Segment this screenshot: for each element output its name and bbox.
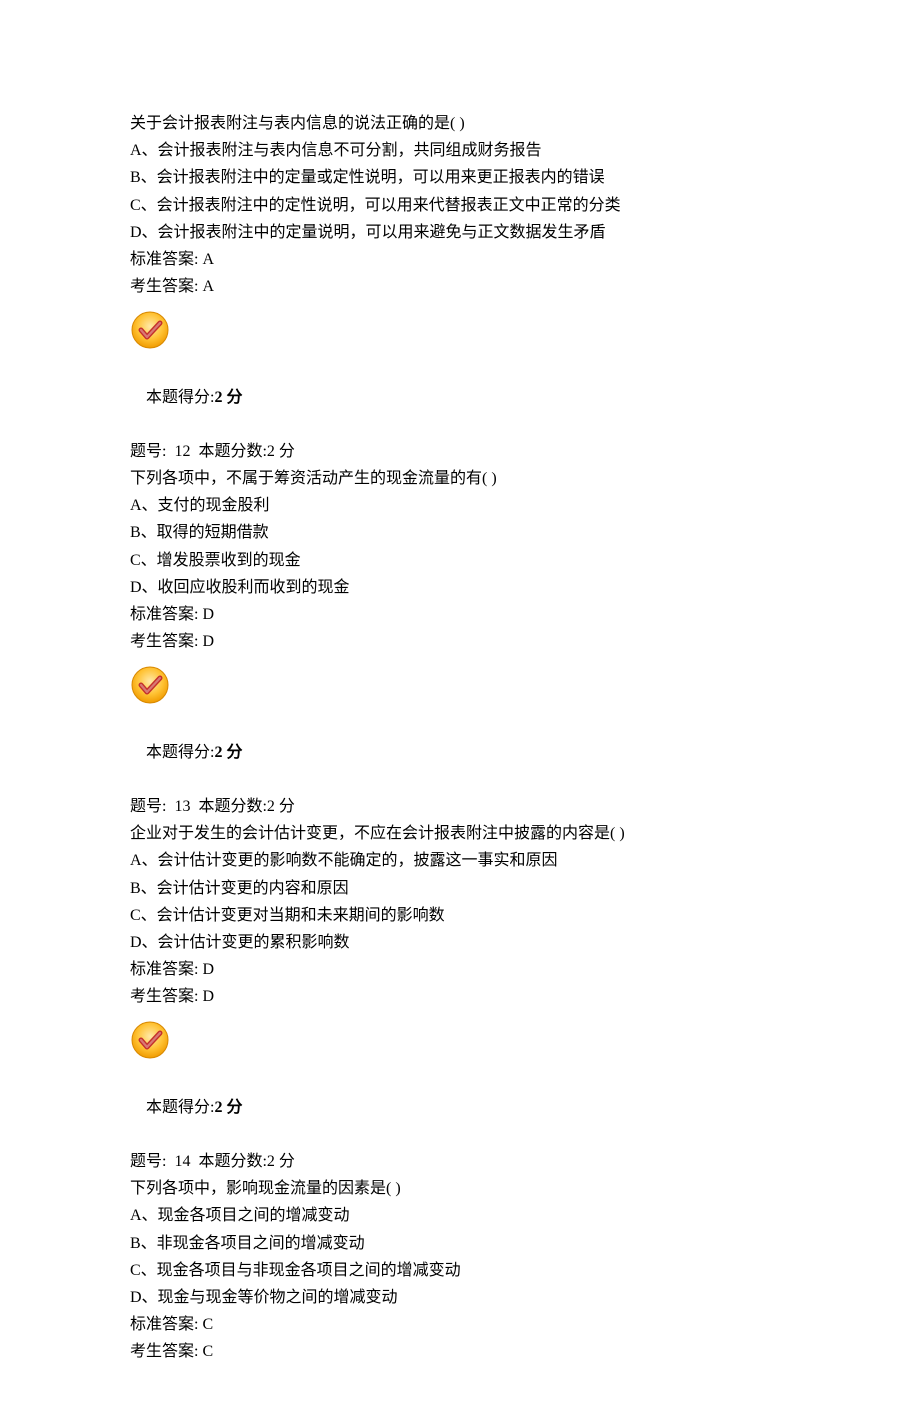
q13-score: 本题得分:2 分 — [130, 1066, 790, 1148]
q12-stem: 下列各项中，不属于筹资活动产生的现金流量的有( ) — [130, 465, 790, 492]
q14-header: 题号: 14 本题分数:2 分 — [130, 1148, 790, 1175]
q11-option-b: B、会计报表附注中的定量或定性说明，可以用来更正报表内的错误 — [130, 164, 790, 191]
q12-option-b: B、取得的短期借款 — [130, 519, 790, 546]
q12-standard-answer: 标准答案: D — [130, 601, 790, 628]
q11-score: 本题得分:2 分 — [130, 356, 790, 438]
q13-option-b: B、会计估计变更的内容和原因 — [130, 875, 790, 902]
q13-option-a: A、会计估计变更的影响数不能确定的，披露这一事实和原因 — [130, 847, 790, 874]
q14-student-answer: 考生答案: C — [130, 1338, 790, 1365]
q12-option-a: A、支付的现金股利 — [130, 492, 790, 519]
q11-score-value: 2 分 — [214, 389, 242, 406]
q13-stem: 企业对于发生的会计估计变更，不应在会计报表附注中披露的内容是( ) — [130, 820, 790, 847]
q11-stem: 关于会计报表附注与表内信息的说法正确的是( ) — [130, 110, 790, 137]
correct-check-icon — [130, 1020, 170, 1060]
q12-student-answer: 考生答案: D — [130, 628, 790, 655]
q12-header: 题号: 12 本题分数:2 分 — [130, 438, 790, 465]
q13-option-c: C、会计估计变更对当期和未来期间的影响数 — [130, 902, 790, 929]
q11-score-label: 本题得分: — [146, 389, 214, 406]
exam-page: 关于会计报表附注与表内信息的说法正确的是( ) A、会计报表附注与表内信息不可分… — [0, 0, 920, 1406]
correct-check-icon — [130, 665, 170, 705]
q12-score-value: 2 分 — [214, 744, 242, 761]
q12-score-label: 本题得分: — [146, 744, 214, 761]
q11-option-a: A、会计报表附注与表内信息不可分割，共同组成财务报告 — [130, 137, 790, 164]
q14-option-b: B、非现金各项目之间的增减变动 — [130, 1230, 790, 1257]
q14-option-c: C、现金各项目与非现金各项目之间的增减变动 — [130, 1257, 790, 1284]
q13-option-d: D、会计估计变更的累积影响数 — [130, 929, 790, 956]
q14-option-a: A、现金各项目之间的增减变动 — [130, 1202, 790, 1229]
q12-option-d: D、收回应收股利而收到的现金 — [130, 574, 790, 601]
q13-student-answer: 考生答案: D — [130, 983, 790, 1010]
q11-option-c: C、会计报表附注中的定性说明，可以用来代替报表正文中正常的分类 — [130, 192, 790, 219]
q14-stem: 下列各项中，影响现金流量的因素是( ) — [130, 1175, 790, 1202]
q13-standard-answer: 标准答案: D — [130, 956, 790, 983]
q12-option-c: C、增发股票收到的现金 — [130, 547, 790, 574]
q14-option-d: D、现金与现金等价物之间的增减变动 — [130, 1284, 790, 1311]
q12-score: 本题得分:2 分 — [130, 711, 790, 793]
q11-option-d: D、会计报表附注中的定量说明，可以用来避免与正文数据发生矛盾 — [130, 219, 790, 246]
correct-check-icon — [130, 310, 170, 350]
q13-score-label: 本题得分: — [146, 1099, 214, 1116]
q13-score-value: 2 分 — [214, 1099, 242, 1116]
q11-standard-answer: 标准答案: A — [130, 246, 790, 273]
q13-header: 题号: 13 本题分数:2 分 — [130, 793, 790, 820]
q11-student-answer: 考生答案: A — [130, 273, 790, 300]
q14-standard-answer: 标准答案: C — [130, 1311, 790, 1338]
